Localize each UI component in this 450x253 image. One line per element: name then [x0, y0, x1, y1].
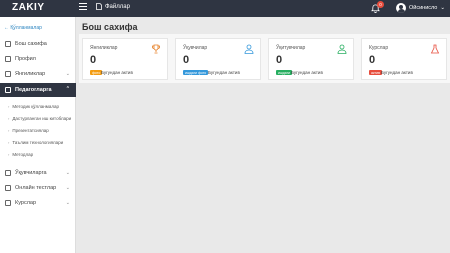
sidebar-subitem-methods[interactable]: › Методлар [0, 149, 76, 160]
card-sub: Бугундан актив [381, 69, 413, 75]
test-icon [5, 185, 11, 191]
sidebar-item-label: Бош сахифа [15, 41, 47, 47]
sidebar-item-home[interactable]: Бош сахифа [0, 38, 76, 50]
avatar [396, 3, 406, 13]
sidebar-subitem-technologies[interactable]: › Таълим технологиялари [0, 137, 76, 148]
card-label: Ўқувчилар [183, 45, 208, 51]
card-label: Курслар [369, 45, 389, 51]
teacher-icon [5, 87, 11, 93]
notification-badge: 0 [377, 1, 384, 8]
sidebar-item-label: Онлайн тестлар [15, 185, 57, 191]
back-link[interactable]: ← Қўлланмалар [4, 25, 42, 31]
card-label: Янгиликлар [90, 45, 118, 51]
sidebar-item-news[interactable]: Янгиликлар ⌄ [0, 68, 76, 80]
chevron-down-icon: ⌄ [65, 200, 70, 206]
card-badge: актив [369, 70, 382, 75]
hamburger-menu-icon[interactable] [79, 3, 87, 12]
chevron-right-icon: › [8, 140, 10, 145]
stat-card-students: Ўқувчилар 0 ишдаги фото Бугундан актив [175, 38, 261, 80]
chevron-down-icon: ⌄ [65, 71, 70, 77]
news-icon [5, 71, 11, 77]
user-name: Ойсинисло [409, 5, 438, 11]
card-value: 0 [276, 54, 283, 66]
teacher-icon [337, 44, 347, 54]
card-badge: ишдаги [276, 70, 292, 75]
user-icon [244, 44, 254, 54]
card-sub: Бугундан актив [101, 69, 133, 75]
chevron-right-icon: › [8, 104, 10, 109]
sidebar-subitem-label: Дастурланган иш китоблари [12, 116, 72, 121]
chevron-right-icon: › [8, 152, 10, 157]
page-title: Бош сахифа [82, 22, 138, 32]
chevron-down-icon: ⌄ [65, 170, 70, 176]
file-icon [96, 3, 102, 10]
home-icon [5, 41, 11, 47]
sidebar-subitem-label: Презентатсиялар [12, 128, 49, 133]
user-icon [5, 56, 11, 62]
stat-card-courses: Курслар 0 актив Бугундан актив [361, 38, 447, 80]
sidebar-item-courses[interactable]: Курслар ⌄ [0, 197, 76, 209]
user-menu[interactable]: Ойсинисло ⌄ [396, 3, 445, 13]
card-value: 0 [183, 54, 190, 66]
top-bar: ZAKIY Файллар 0 Ойсинисло ⌄ [0, 0, 450, 17]
files-label: Файллар [105, 3, 130, 10]
chevron-right-icon: › [8, 116, 10, 121]
sidebar-subitem-label: Методик қўлланмалар [12, 104, 59, 109]
sidebar-subitem-label: Методлар [12, 152, 34, 157]
stat-card-news: Янгиликлар 0 фото Бугундан актив [82, 38, 168, 80]
card-label: Ўқитувчилар [276, 45, 306, 51]
stat-card-teachers: Ўқитувчилар 0 ишдаги Бугундан актив [268, 38, 354, 80]
sidebar-subitem-presentations[interactable]: › Презентатсиялар [0, 125, 76, 136]
students-icon [5, 170, 11, 176]
sidebar-item-label: Янгиликлар [15, 71, 46, 77]
sidebar-item-label: Курслар [15, 200, 37, 206]
chevron-right-icon: › [8, 128, 10, 133]
chevron-down-icon: ⌄ [65, 185, 70, 191]
chevron-up-icon: ⌃ [65, 86, 70, 92]
trophy-icon [152, 44, 160, 54]
sidebar-item-online-tests[interactable]: Онлайн тестлар ⌄ [0, 182, 76, 194]
course-icon [5, 200, 11, 206]
sidebar-item-teachers[interactable]: Педагогларга ⌃ [0, 83, 76, 97]
sidebar-subitem-methodical-manuals[interactable]: › Методик қўлланмалар [0, 101, 76, 112]
sidebar-item-students[interactable]: Ўқувчиларга ⌄ [0, 167, 76, 179]
chevron-down-icon: ⌄ [440, 5, 445, 11]
sidebar: ← Қўлланмалар Бош сахифа Профил Янгиликл… [0, 17, 76, 253]
sidebar-item-label: Педагогларга [15, 87, 52, 93]
card-badge: ишдаги фото [183, 70, 209, 75]
sidebar-subitem-workbooks[interactable]: › Дастурланган иш китоблари [0, 113, 76, 124]
sidebar-subitem-label: Таълим технологиялари [12, 140, 64, 145]
card-sub: Бугундан актив [208, 69, 240, 75]
flask-icon [430, 44, 440, 54]
brand-logo[interactable]: ZAKIY [12, 2, 45, 13]
sidebar-item-label: Ўқувчиларга [15, 170, 47, 176]
files-link[interactable]: Файллар [96, 3, 130, 10]
card-value: 0 [90, 54, 97, 66]
card-value: 0 [369, 54, 376, 66]
card-sub: Бугундан актив [291, 69, 323, 75]
sidebar-item-profile[interactable]: Профил [0, 53, 76, 65]
sidebar-item-label: Профил [15, 56, 36, 62]
